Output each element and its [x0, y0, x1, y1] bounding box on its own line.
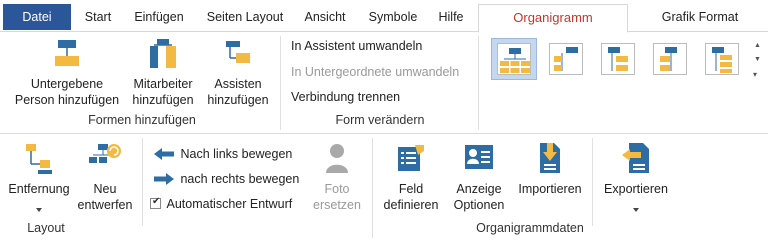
- relayout-button[interactable]: Neu entwerfen: [76, 134, 134, 218]
- add-assistant-label-2: hinzufügen: [207, 93, 269, 107]
- display-options-label-1: Anzeige: [456, 182, 502, 196]
- group-separator: [592, 138, 593, 226]
- export-button[interactable]: Exportieren: [598, 134, 674, 218]
- import-button[interactable]: Importieren: [512, 134, 588, 218]
- check-icon: ✔: [152, 196, 161, 208]
- spacing-label: Entfernung: [8, 182, 70, 196]
- layout-style-1[interactable]: [491, 38, 537, 80]
- layout-style-4-preview: [653, 43, 687, 75]
- spacing-icon: [26, 144, 52, 174]
- move-left-button[interactable]: Nach links bewegen: [154, 146, 292, 161]
- group-separator: [142, 138, 143, 226]
- arrow-left-icon: [154, 147, 174, 160]
- add-coworker-label-2: hinzufügen: [132, 93, 194, 107]
- tab-symbole[interactable]: Symbole: [363, 4, 423, 32]
- spacing-button[interactable]: Entfernung: [2, 134, 76, 218]
- auto-layout-label: Automatischer Entwurf: [166, 196, 293, 211]
- ribbon-row-2: Entfernung Neu entwerfen Nach links bewe…: [0, 134, 768, 242]
- chevron-down-icon: [633, 208, 639, 212]
- layout-style-3[interactable]: [595, 38, 641, 80]
- auto-layout-toggle[interactable]: ✔ Automatischer Entwurf: [150, 196, 292, 211]
- add-subordinate-label-1: Untergebene: [30, 77, 104, 91]
- define-fields-button[interactable]: Feld definieren: [380, 134, 442, 218]
- tab-grafik-format[interactable]: Grafik Format: [650, 4, 750, 32]
- relayout-label-2: entwerfen: [77, 198, 133, 212]
- move-left-label: Nach links bewegen: [180, 146, 293, 161]
- tab-seiten-layout[interactable]: Seiten Layout: [200, 4, 290, 32]
- layout-style-4[interactable]: [647, 38, 693, 80]
- define-fields-icon: [398, 145, 424, 171]
- layout-style-2-preview: [549, 43, 583, 75]
- tab-start[interactable]: Start: [78, 4, 118, 32]
- person-photo-icon: [326, 144, 348, 173]
- replace-photo-label-1: Foto: [324, 182, 350, 196]
- layout-style-2[interactable]: [543, 38, 589, 80]
- add-subordinate-button[interactable]: Untergebene Person hinzufügen: [10, 32, 124, 112]
- layout-style-1-preview: [497, 43, 531, 75]
- ribbon-row-1: Untergebene Person hinzufügen Mitarbeite…: [0, 32, 768, 134]
- gallery-scroll-down-icon[interactable]: ▼: [754, 56, 761, 63]
- import-label: Importieren: [518, 182, 582, 196]
- ribbon-tab-bar: Datei Start Einfügen Seiten Layout Ansic…: [0, 0, 768, 33]
- group-label-form-veraendern: Form verändern: [335, 113, 425, 127]
- add-assistant-label-1: Assisten: [214, 77, 262, 91]
- tab-organigramm[interactable]: Organigramm: [478, 4, 628, 33]
- add-assistant-button[interactable]: Assisten hinzufügen: [202, 32, 274, 112]
- move-right-label: nach rechts bewegen: [180, 171, 300, 186]
- add-coworker-icon: [150, 39, 176, 68]
- group-separator: [478, 36, 479, 130]
- group-separator: [372, 138, 373, 238]
- org-layout-top-down-icon: [500, 48, 530, 73]
- add-subordinate-icon: [55, 40, 79, 66]
- relayout-icon: [89, 144, 121, 163]
- layout-style-5[interactable]: [699, 38, 745, 80]
- export-label: Exportieren: [604, 182, 668, 196]
- arrow-right-icon: [154, 172, 174, 185]
- display-options-label-2: Optionen: [453, 198, 505, 212]
- auto-layout-checkbox[interactable]: ✔: [150, 196, 161, 210]
- org-layout-both-hanging-icon: [660, 47, 677, 71]
- org-layout-left-hanging-icon: [608, 47, 628, 71]
- org-layout-side-icon: [712, 47, 732, 73]
- export-icon: [622, 143, 649, 173]
- group-label-layout: Layout: [27, 221, 65, 235]
- add-assistant-icon: [226, 41, 250, 63]
- define-fields-label-2: definieren: [383, 198, 439, 212]
- group-label-organigrammdaten: Organigrammdaten: [476, 221, 584, 235]
- tab-ansicht[interactable]: Ansicht: [297, 4, 353, 32]
- tab-file[interactable]: Datei: [3, 4, 71, 30]
- chevron-down-icon: [36, 208, 42, 212]
- relayout-label-1: Neu: [93, 182, 117, 196]
- tab-einfuegen[interactable]: Einfügen: [128, 4, 190, 32]
- convert-to-subordinate-button[interactable]: In Untergeordnete umwandeln: [291, 65, 459, 79]
- break-connection-button[interactable]: Verbindung trennen: [291, 90, 400, 104]
- replace-photo-label-2: ersetzen: [313, 198, 361, 212]
- convert-to-assistant-button[interactable]: In Assistent umwandeln: [291, 39, 422, 53]
- group-separator: [280, 36, 281, 130]
- replace-photo-button[interactable]: Foto ersetzen: [306, 134, 368, 218]
- define-fields-label-1: Feld: [398, 182, 424, 196]
- gallery-more-icon[interactable]: ▾: [753, 70, 757, 79]
- gallery-scroll-up-icon[interactable]: ▲: [754, 42, 761, 49]
- move-right-button[interactable]: nach rechts bewegen: [154, 171, 299, 186]
- add-coworker-button[interactable]: Mitarbeiter hinzufügen: [126, 32, 200, 112]
- tab-hilfe[interactable]: Hilfe: [430, 4, 472, 32]
- org-layout-right-hanging-icon: [554, 47, 578, 71]
- group-label-formen-hinzufuegen: Formen hinzufügen: [88, 113, 196, 127]
- layout-style-5-preview: [705, 43, 739, 75]
- import-icon: [540, 143, 560, 173]
- add-coworker-label-1: Mitarbeiter: [133, 77, 193, 91]
- add-subordinate-label-2: Person hinzufügen: [14, 93, 120, 107]
- id-card-icon: [465, 145, 493, 169]
- display-options-button[interactable]: Anzeige Optionen: [446, 134, 512, 218]
- layout-style-3-preview: [601, 43, 635, 75]
